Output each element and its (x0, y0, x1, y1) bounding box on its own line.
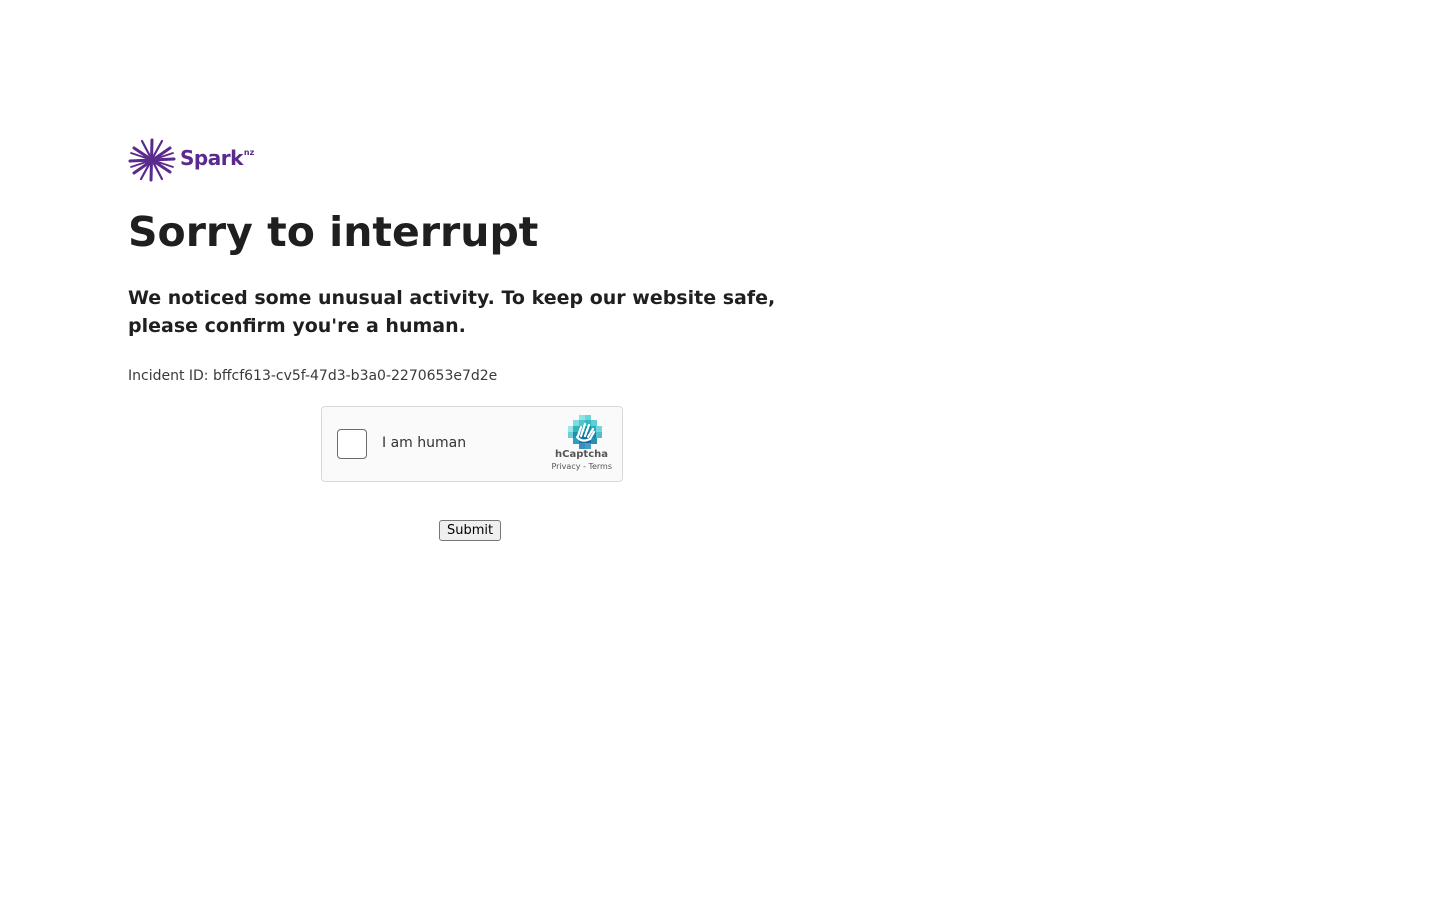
hcaptcha-widget: I am human hCaptcha Privacy - Terms (321, 406, 623, 482)
terms-link[interactable]: Terms (588, 462, 612, 471)
brand-suffix: nz (243, 147, 255, 157)
spark-star-icon (128, 138, 176, 182)
page: Spark nz Sorry to interrupt We noticed so… (0, 0, 1440, 900)
main-content: Spark nz Sorry to interrupt We noticed so… (128, 136, 828, 386)
hcaptcha-links: Privacy - Terms (551, 462, 612, 471)
privacy-link[interactable]: Privacy (551, 462, 580, 471)
unusual-activity-message: We noticed some unusual activity. To kee… (128, 287, 776, 337)
brand-name: Spark (180, 146, 243, 170)
spark-logo: Spark nz (128, 136, 828, 184)
page-title: Sorry to interrupt (128, 208, 539, 256)
incident-id: Incident ID: bffcf613-cv5f-47d3-b3a0-227… (128, 366, 828, 386)
incident-label: Incident ID: (128, 368, 209, 384)
captcha-label: I am human (382, 435, 467, 451)
captcha-checkbox[interactable] (337, 429, 367, 459)
submit-button[interactable]: Submit (439, 520, 502, 541)
incident-value: bffcf613-cv5f-47d3-b3a0-2270653e7d2e (212, 368, 498, 384)
hcaptcha-brand: hCaptcha (555, 449, 608, 460)
hcaptcha-hand-icon (568, 415, 602, 449)
